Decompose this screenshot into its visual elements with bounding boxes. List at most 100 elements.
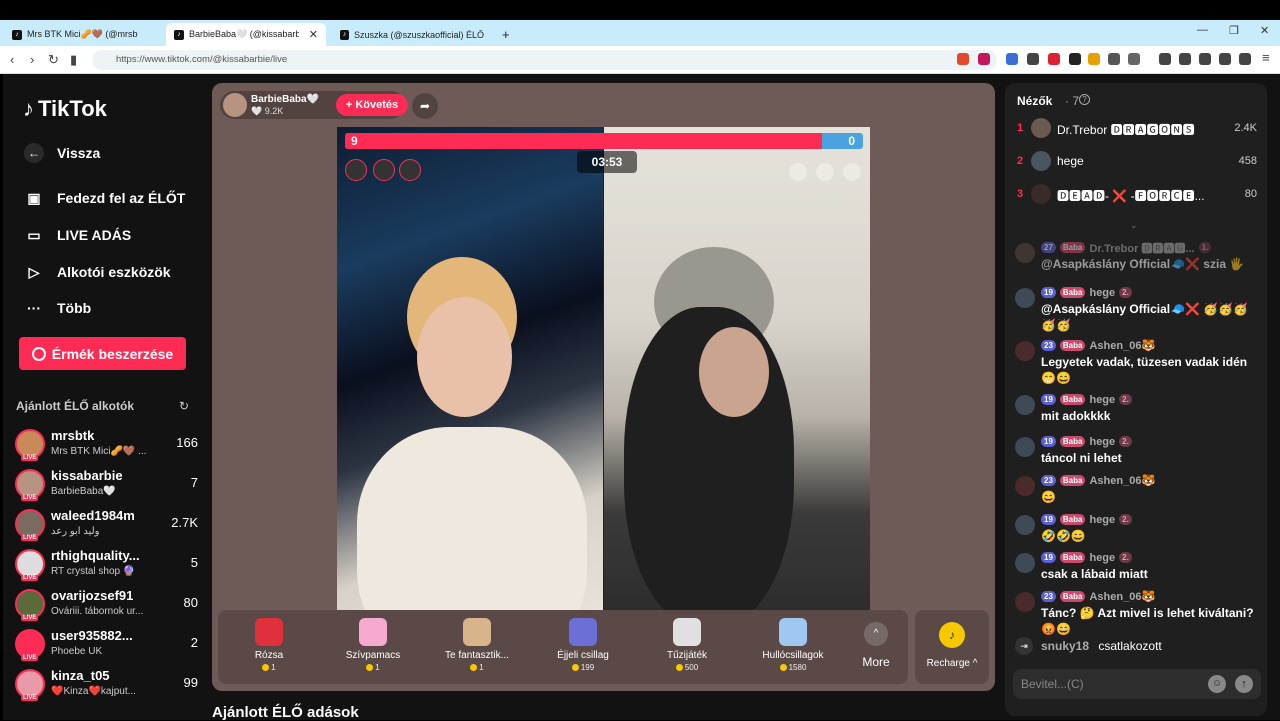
message-user[interactable]: Ashen_06🐯 — [1089, 590, 1155, 603]
url-field[interactable]: https://www.tiktok.com/@kissabarbie/live — [92, 50, 997, 70]
gift-price: 1580 — [748, 663, 838, 672]
coin-icon — [571, 664, 579, 672]
tab-kissabarbie[interactable]: ♪ BarbieBaba🤍 (@kissabarbie ✕ — [166, 23, 326, 46]
back-button[interactable]: ← Vissza — [23, 142, 100, 164]
nav-explore-live[interactable]: ▣ Fedezd fel az ÉLŐT — [23, 187, 185, 209]
joined-user: snuky18 — [1041, 639, 1090, 653]
avatar[interactable] — [1015, 395, 1035, 415]
host-info[interactable]: BarbieBaba🤍 🤍 9.2K + Követés — [220, 91, 408, 119]
creator-item[interactable]: LIVE kissabarbie BarbieBaba🤍 7 — [13, 467, 198, 503]
more-gifts-button[interactable]: ^ More — [856, 622, 896, 669]
top-gifter-avatar[interactable] — [399, 159, 421, 181]
recharge-button[interactable]: ♪ Recharge ^ — [915, 610, 989, 684]
sidebar-toggle-icon[interactable] — [1179, 53, 1191, 65]
message-user[interactable]: hege — [1089, 436, 1115, 448]
empty-gifter-slot — [789, 163, 807, 181]
avatar[interactable] — [1015, 553, 1035, 573]
chevron-down-icon[interactable]: ⌄ — [1130, 220, 1138, 231]
coin-icon — [262, 664, 270, 672]
forward-icon[interactable]: › — [30, 52, 34, 67]
extension-icon[interactable] — [1027, 53, 1039, 65]
viewer-item[interactable]: 3 🅳🅴🅰🅳- ❌ -🅵🅾🆁🅲🅴... 80 — [1017, 184, 1257, 206]
live-badge: LIVE — [21, 615, 39, 621]
close-tab-icon[interactable]: ✕ — [309, 28, 318, 41]
avatar[interactable] — [1015, 515, 1035, 535]
close-window-icon[interactable]: ✕ — [1260, 24, 1269, 37]
minimize-icon[interactable]: — — [1197, 24, 1208, 36]
tab-mrsbtk[interactable]: ♪ Mrs BTK Mici🥜🤎 (@mrsb — [4, 23, 162, 46]
emoji-icon[interactable]: ☺ — [1208, 675, 1226, 693]
message-user[interactable]: hege — [1089, 552, 1115, 564]
send-icon[interactable]: ↑ — [1235, 675, 1253, 693]
creator-item[interactable]: LIVE ovarijozsef91 Ováriii. tábornok ur.… — [13, 587, 198, 623]
menu-icon[interactable]: ≡ — [1262, 50, 1270, 65]
avatar[interactable] — [1015, 592, 1035, 612]
message-user[interactable]: Ashen_06🐯 — [1089, 474, 1155, 487]
vpn-icon[interactable] — [1239, 53, 1251, 65]
avatar[interactable] — [1015, 243, 1035, 263]
fan-badge: Baba — [1059, 591, 1086, 602]
leo-icon[interactable] — [1219, 53, 1231, 65]
message-user[interactable]: Ashen_06🐯 — [1089, 339, 1155, 352]
chat-input[interactable] — [1021, 675, 1201, 693]
gift-fantastic[interactable]: Te fantasztik... 1 — [432, 618, 522, 672]
bookmark-icon[interactable]: ▮ — [70, 52, 77, 68]
tiktok-logo[interactable]: ♪ TikTok — [23, 96, 107, 122]
creator-item[interactable]: LIVE kinza_t05 ❤️Kinza❤️kajput... 99 — [13, 667, 198, 703]
viewer-count: 5 — [190, 555, 198, 570]
avatar[interactable] — [1015, 288, 1035, 308]
new-tab-button[interactable]: + — [494, 23, 518, 46]
live-video[interactable]: 9 0 03:53 — [337, 127, 870, 610]
avatar[interactable] — [1015, 437, 1035, 457]
message-user[interactable]: hege — [1089, 287, 1115, 299]
creator-item[interactable]: LIVE mrsbtk Mrs BTK Mici🥜🤎 ... 166 — [13, 427, 198, 463]
translate-icon[interactable] — [1006, 53, 1018, 65]
video-left-host — [337, 127, 603, 610]
extensions-icon[interactable] — [1108, 53, 1120, 65]
gift-shooting-stars[interactable]: Hullócsillagok 1580 — [748, 618, 838, 672]
creator-item[interactable]: LIVE user935882... Phoebe UK 2 — [13, 627, 198, 663]
host-avatar[interactable] — [223, 93, 247, 117]
share-icon[interactable]: ➦ — [412, 93, 438, 119]
chevron-up-icon: ^ — [864, 622, 888, 646]
gift-night-star[interactable]: Éjjeli csillag 199 — [538, 618, 628, 672]
rewards-icon[interactable] — [978, 53, 990, 65]
get-coins-button[interactable]: Érmék beszerzése — [19, 337, 186, 370]
message-text: 😄 — [1041, 490, 1056, 504]
creator-item[interactable]: LIVE waleed1984m وليد ابو رعد 2.7K — [13, 507, 198, 543]
creator-item[interactable]: LIVE rthighquality... RT crystal shop 🔮 … — [13, 547, 198, 583]
avatar[interactable] — [1015, 341, 1035, 361]
fan-badge: Baba — [1059, 436, 1086, 447]
message-user[interactable]: hege — [1089, 514, 1115, 526]
follow-button[interactable]: + Követés — [336, 94, 408, 116]
nav-more[interactable]: ··· Több — [23, 297, 91, 319]
gift-fireworks[interactable]: Tűzijáték 500 — [642, 618, 732, 672]
tab-szuszka[interactable]: ♪ Szuszka (@szuszkaofficial) ÉLŐ adás — [332, 23, 492, 46]
extension-icon[interactable] — [1069, 53, 1081, 65]
avatar[interactable] — [1015, 476, 1035, 496]
gift-rose[interactable]: Rózsa 1 — [224, 618, 314, 672]
extension-icon[interactable] — [1048, 53, 1060, 65]
extension-icon[interactable] — [1088, 53, 1100, 65]
wallet-icon[interactable] — [1199, 53, 1211, 65]
brave-shield-icon[interactable] — [957, 53, 969, 65]
extension-icon[interactable] — [1128, 53, 1140, 65]
message-user[interactable]: Dr.Trebor 🅳🆁🅰🅶... — [1089, 240, 1194, 256]
top-gifter-avatar[interactable] — [345, 159, 367, 181]
viewer-score: 458 — [1238, 155, 1257, 167]
nav-label: Több — [57, 300, 92, 316]
restore-icon[interactable]: ❐ — [1229, 24, 1239, 37]
info-icon[interactable]: ? — [1079, 94, 1090, 105]
nav-creator-tools[interactable]: ▷ Alkotói eszközök — [23, 261, 171, 283]
nav-go-live[interactable]: ▭ LIVE ADÁS — [23, 224, 131, 246]
top-gifter-avatar[interactable] — [373, 159, 395, 181]
viewer-item[interactable]: 1 Dr.Trebor 🅳🆁🅰🅶🅾🅽🆂 2.4K — [1017, 118, 1257, 140]
viewer-item[interactable]: 2 hege 458 — [1017, 151, 1257, 173]
chat-input-box[interactable]: ☺ ↑ — [1013, 669, 1261, 699]
back-icon[interactable]: ‹ — [10, 52, 14, 67]
refresh-icon[interactable]: ↻ — [179, 399, 189, 413]
reload-icon[interactable]: ↻ — [48, 52, 59, 68]
gift-heart-puff[interactable]: Szívpamacs 1 — [328, 618, 418, 672]
media-icon[interactable] — [1159, 53, 1171, 65]
message-user[interactable]: hege — [1089, 394, 1115, 406]
